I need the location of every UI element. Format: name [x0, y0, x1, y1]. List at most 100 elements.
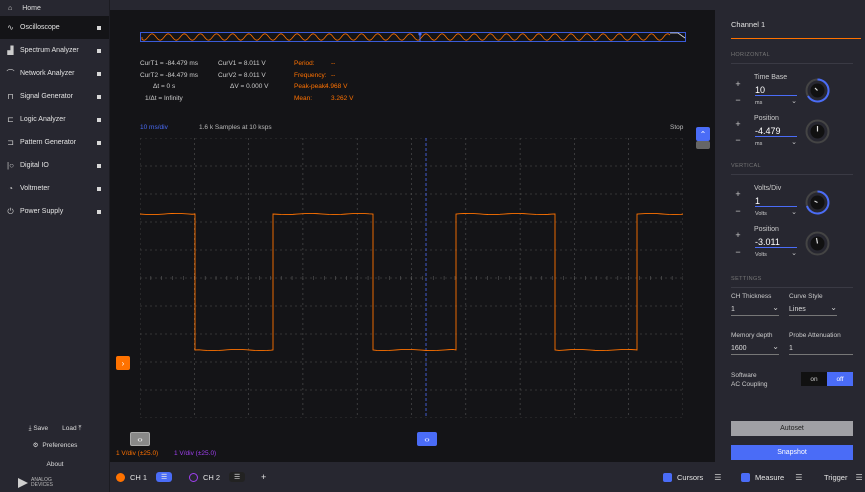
frequency-label: Frequency:	[294, 71, 327, 79]
snapshot-button[interactable]: Snapshot	[731, 445, 853, 460]
sidebar-item-voltmeter[interactable]: ◔ Voltmeter	[0, 177, 109, 200]
vposition-knob[interactable]	[804, 230, 831, 257]
sidebar-item-digital-io[interactable]: |○ Digital IO	[0, 154, 109, 177]
probe-attenuation-input[interactable]: 1	[789, 345, 853, 355]
ch1-label: CH 1	[130, 472, 148, 482]
sidebar-item-oscilloscope[interactable]: ∿ Oscilloscope	[0, 16, 109, 39]
spectrum-icon: ▟	[7, 46, 14, 55]
channel-settings-panel: Channel 1 HORIZONTAL + − Time Base 10 ms…	[715, 0, 865, 492]
add-channel-button[interactable]: +	[261, 462, 266, 492]
trigger-position-handle[interactable]: ‹›	[417, 432, 437, 446]
scopy-window: ⌂ Home ∿ Oscilloscope ▟ Spectrum Analyze…	[0, 0, 865, 492]
waveform-plot[interactable]	[140, 138, 683, 418]
ch2-color-dot	[189, 472, 198, 482]
hposition-knob[interactable]	[804, 118, 831, 145]
hposition-label: Position	[754, 115, 779, 122]
voltmeter-icon: ◔	[8, 184, 13, 193]
vposition-input[interactable]: -3.011	[755, 237, 797, 248]
sidebar-item-pattern-generator[interactable]: ⊐ Pattern Generator	[0, 131, 109, 154]
preferences-button[interactable]: ⚙ Preferences	[0, 437, 110, 453]
save-button[interactable]: ⤓ Save	[29, 425, 49, 433]
vertical-section-label: VERTICAL	[731, 163, 761, 169]
divider	[731, 63, 853, 64]
trigger-level-handle-secondary[interactable]	[696, 141, 710, 149]
timeline-overview[interactable]	[140, 32, 686, 42]
memory-depth-select[interactable]: 1600	[731, 342, 779, 355]
ch2-toggle[interactable]: CH 2 ☰	[189, 462, 246, 492]
period-value: --	[331, 60, 336, 67]
ac-coupling-label: Software AC Coupling	[731, 372, 768, 388]
load-button[interactable]: Load ⤒	[62, 425, 81, 433]
vposition-increment-button[interactable]: +	[732, 229, 744, 241]
voltsdiv-input[interactable]: 1	[755, 196, 797, 207]
home-button[interactable]: ⌂ Home	[0, 0, 109, 16]
sidebar-item-label: Oscilloscope	[20, 24, 60, 31]
horizontal-scroll-left-handle[interactable]: ‹›	[130, 432, 150, 446]
peak-label: Peak-peak:	[294, 83, 327, 90]
thickness-select[interactable]: 1	[731, 303, 779, 316]
status-indicator	[97, 209, 101, 214]
hposition-unit-select[interactable]: ms	[755, 138, 797, 147]
timebase-knob[interactable]	[804, 77, 831, 104]
hposition-increment-button[interactable]: +	[732, 118, 744, 130]
trigger-level-handle[interactable]: ⌃	[696, 127, 710, 141]
about-button[interactable]: About	[0, 456, 110, 472]
curve-style-label: Curve Style	[789, 293, 823, 300]
sidebar-item-network-analyzer[interactable]: ⌒ Network Analyzer	[0, 62, 109, 85]
status-indicator	[97, 94, 101, 99]
cursors-toggle[interactable]: Cursors ☰	[663, 462, 721, 492]
timebase-decrement-button[interactable]: −	[732, 94, 744, 106]
horizontal-section-label: HORIZONTAL	[731, 52, 771, 58]
sidebar-item-spectrum-analyzer[interactable]: ▟ Spectrum Analyzer	[0, 39, 109, 62]
ac-coupling-on[interactable]: on	[801, 372, 827, 386]
measure-menu-icon[interactable]: ☰	[795, 473, 802, 482]
trigger-button[interactable]: Trigger ☰	[824, 462, 863, 492]
ac-coupling-toggle[interactable]: on off	[801, 372, 853, 386]
autoset-button[interactable]: Autoset	[731, 421, 853, 436]
ac-coupling-off[interactable]: off	[827, 372, 853, 386]
ch2-label: CH 2	[203, 472, 221, 482]
status-indicator	[97, 25, 101, 30]
voltsdiv-unit-select[interactable]: Volts	[755, 208, 797, 217]
hposition-decrement-button[interactable]: −	[732, 134, 744, 146]
ch1-toggle[interactable]: CH 1 ☰	[116, 462, 173, 492]
status-indicator	[97, 163, 101, 168]
ch1-menu-button[interactable]: ☰	[156, 472, 173, 482]
voltsdiv-decrement-button[interactable]: −	[732, 205, 744, 217]
save-load-row: ⤓ Save Load ⤒	[0, 421, 110, 437]
measure-label: Measure	[755, 472, 785, 482]
voltsdiv-increment-button[interactable]: +	[732, 188, 744, 200]
vposition-decrement-button[interactable]: −	[732, 246, 744, 258]
measurement-labels: Period: Frequency: Peak-peak: Mean:	[294, 58, 327, 104]
ch2-menu-button[interactable]: ☰	[229, 472, 246, 482]
divider	[731, 174, 853, 175]
ch1-offset-handle[interactable]: ›	[116, 356, 130, 370]
inverse-delta-t-readout: 1/Δt = Infinity	[145, 94, 183, 102]
cursors-label: Cursors	[677, 472, 704, 482]
trigger-menu-icon[interactable]: ☰	[855, 473, 862, 482]
oscilloscope-plot-area: CurT1 = -84.479 ms CurT2 = -84.479 ms Δt…	[110, 10, 715, 462]
peak-value: 4.968 V	[325, 83, 348, 90]
sidebar-item-power-supply[interactable]: ⏻ Power Supply	[0, 200, 109, 223]
timebase-input[interactable]: 10	[755, 85, 797, 96]
cursors-checkbox[interactable]	[663, 472, 672, 482]
ch1-scale-label: 1 V/div (±25.0)	[116, 450, 159, 457]
voltsdiv-knob[interactable]	[804, 189, 831, 216]
oscilloscope-icon: ∿	[7, 23, 14, 32]
timebase-unit-select[interactable]: ms	[755, 97, 797, 106]
timebase-increment-button[interactable]: +	[732, 78, 744, 90]
divider	[731, 287, 853, 288]
measure-checkbox[interactable]	[741, 472, 750, 482]
measure-toggle[interactable]: Measure ☰	[741, 462, 802, 492]
vposition-unit-select[interactable]: Volts	[755, 249, 797, 258]
curt2-readout: CurT2 = -84.479 ms	[140, 71, 198, 79]
cursors-menu-icon[interactable]: ☰	[714, 473, 721, 482]
curve-style-select[interactable]: Lines	[789, 303, 837, 316]
panel-title: Channel 1	[731, 20, 766, 29]
status-indicator	[97, 140, 101, 145]
hposition-input[interactable]: -4.479	[755, 126, 797, 137]
sidebar-item-logic-analyzer[interactable]: ⊏ Logic Analyzer	[0, 108, 109, 131]
sidebar-item-signal-generator[interactable]: ⊓ Signal Generator	[0, 85, 109, 108]
voltsdiv-label: Volts/Div	[754, 185, 782, 192]
time-cursor-readouts: CurT1 = -84.479 ms CurT2 = -84.479 ms Δt…	[140, 58, 198, 104]
